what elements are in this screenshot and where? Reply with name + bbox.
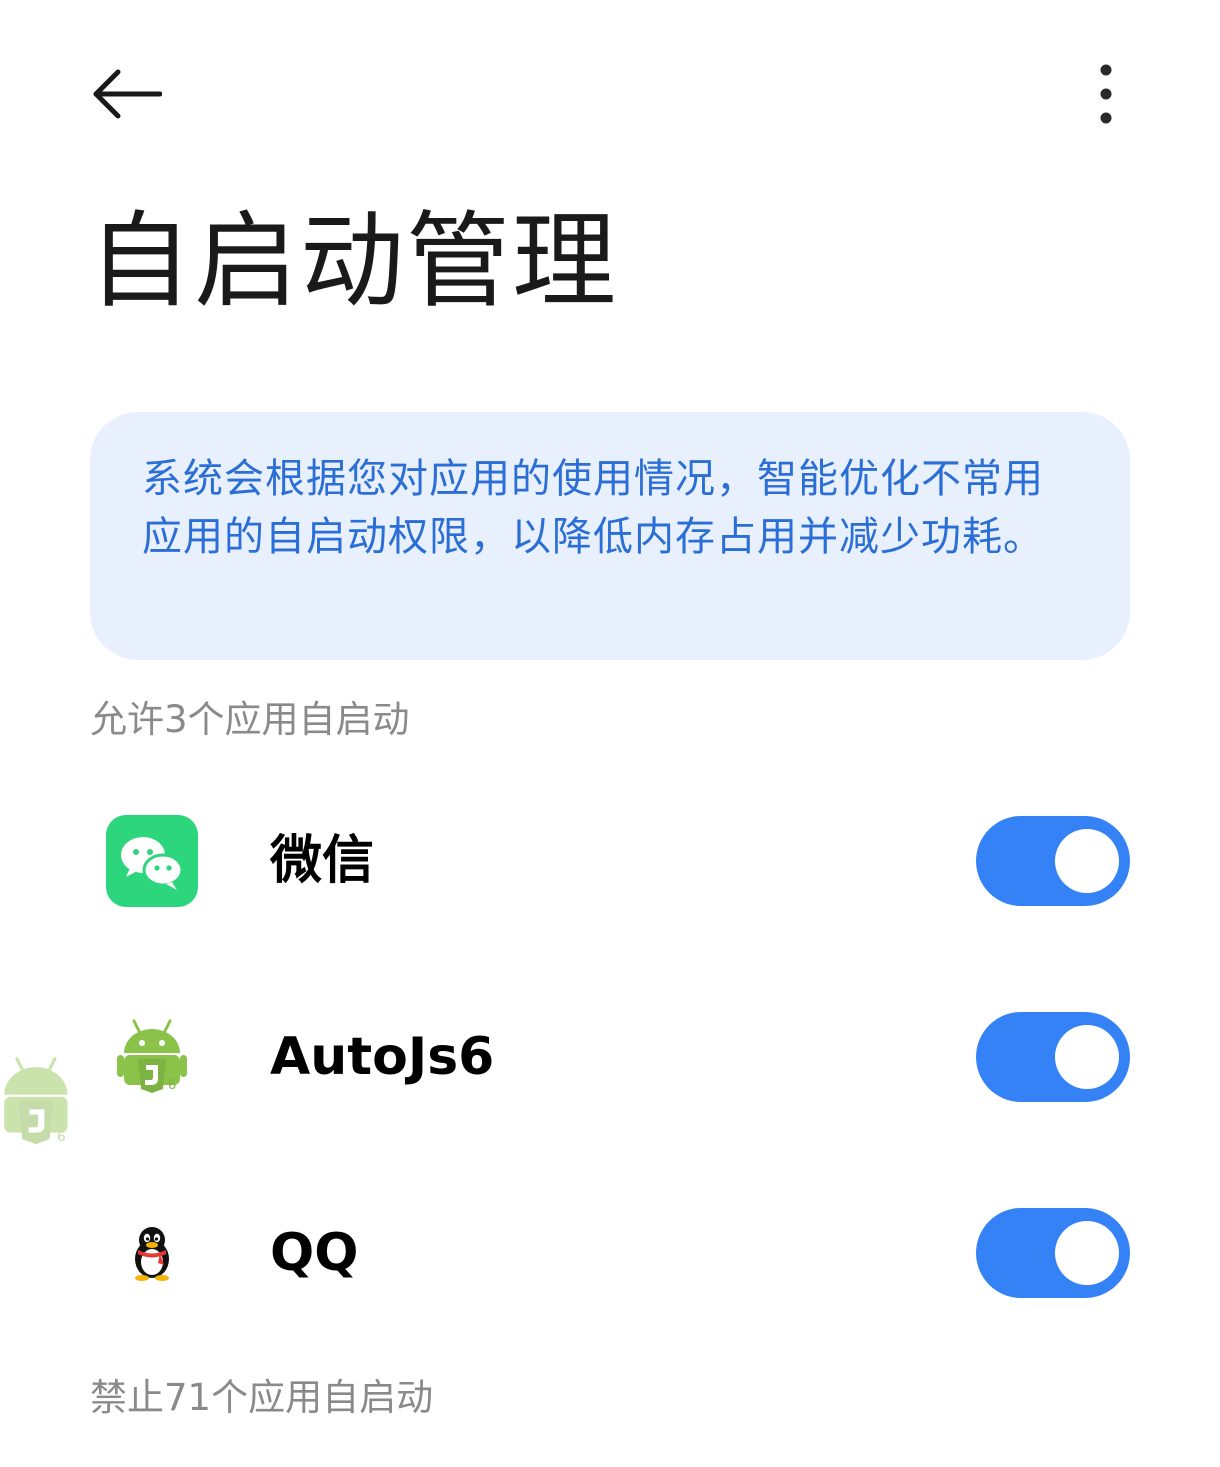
more-options-button[interactable] [1070, 52, 1142, 136]
blocked-section-header: 禁止71个应用自启动 [90, 1376, 434, 1419]
app-row-autojs6[interactable]: 6 AutoJs6 [0, 972, 1220, 1142]
autostart-toggle[interactable] [976, 816, 1130, 906]
info-text: 系统会根据您对应用的使用情况，智能优化不常用应用的自启动权限，以降低内存占用并减… [142, 456, 1044, 560]
more-vertical-icon [1100, 64, 1112, 124]
toggle-knob [1055, 1025, 1119, 1089]
back-button[interactable] [78, 58, 174, 130]
svg-text:6: 6 [168, 1078, 176, 1093]
autojs6-icon: 6 [106, 1011, 198, 1103]
page-title: 自启动管理 [88, 200, 619, 322]
toggle-knob [1055, 1221, 1119, 1285]
app-row-wechat[interactable]: 微信 [0, 776, 1220, 946]
svg-text:6: 6 [57, 1129, 66, 1145]
app-row-qq[interactable]: QQ [0, 1168, 1220, 1338]
app-name: QQ [270, 1223, 359, 1283]
wechat-icon [106, 815, 198, 907]
toggle-knob [1055, 829, 1119, 893]
arrow-left-icon [93, 69, 162, 119]
qq-penguin-icon [106, 1207, 198, 1299]
app-name: AutoJs6 [270, 1027, 495, 1087]
floating-autojs6-icon[interactable]: 6 [0, 1054, 76, 1150]
app-name: 微信 [270, 831, 375, 891]
autostart-toggle[interactable] [976, 1208, 1130, 1298]
autostart-toggle[interactable] [976, 1012, 1130, 1102]
allowed-section-header: 允许3个应用自启动 [90, 698, 410, 741]
info-card: 系统会根据您对应用的使用情况，智能优化不常用应用的自启动权限，以降低内存占用并减… [90, 412, 1130, 660]
